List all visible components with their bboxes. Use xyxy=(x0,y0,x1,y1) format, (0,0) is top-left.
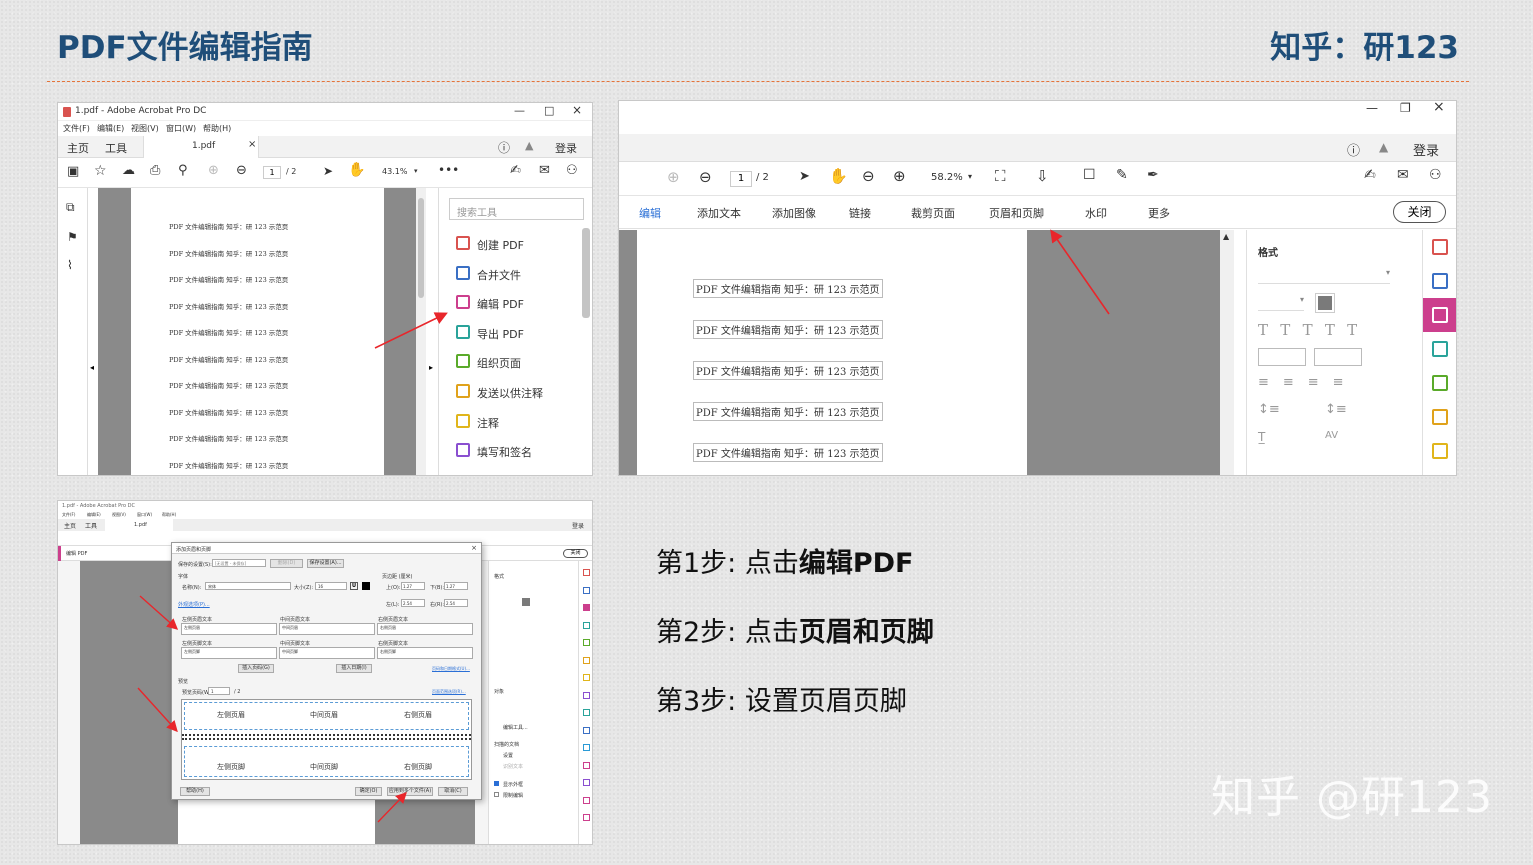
arrow-preview xyxy=(137,687,178,733)
arrow-header-footer xyxy=(1050,229,1110,315)
arrow-edit-pdf xyxy=(374,312,448,349)
arrow-header-inputs xyxy=(139,595,179,630)
annotation-arrows xyxy=(137,229,1110,823)
arrow-ok xyxy=(377,791,407,823)
